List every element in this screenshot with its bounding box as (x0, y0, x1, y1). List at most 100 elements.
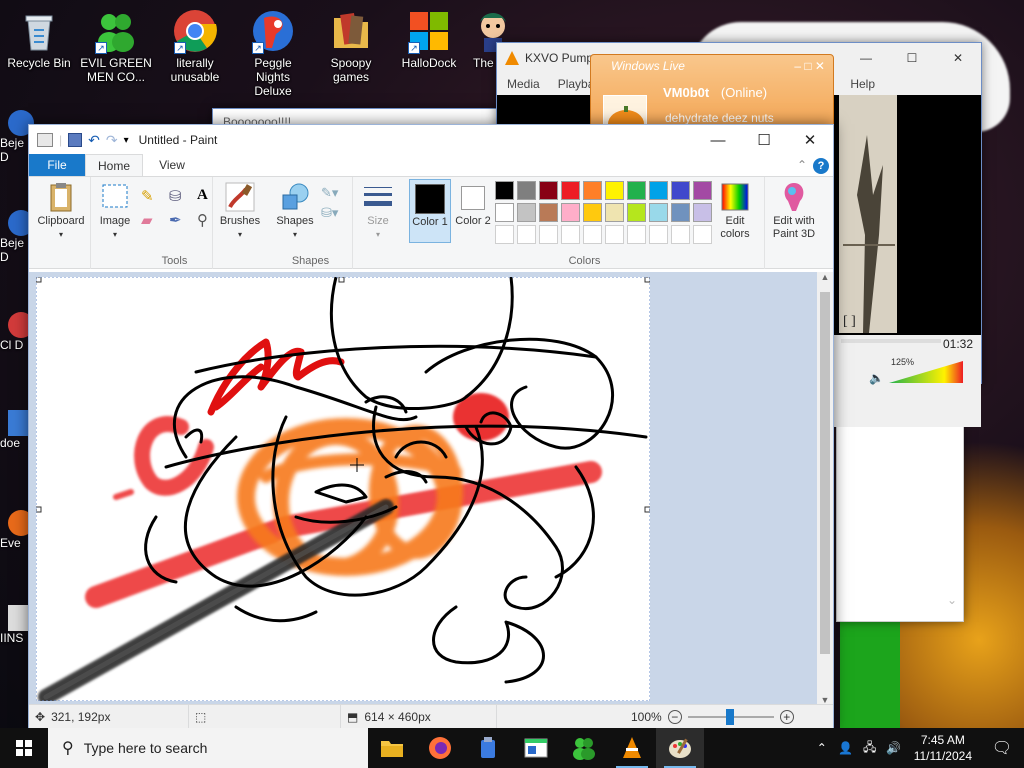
palette-swatch[interactable] (627, 203, 646, 222)
taskbar-firefox[interactable] (416, 728, 464, 768)
outline-icon[interactable]: ✎▾ (321, 183, 338, 203)
redo-icon[interactable]: ↷ (106, 132, 118, 149)
zoom-in-icon[interactable]: + (779, 710, 794, 724)
palette-swatch[interactable] (517, 203, 536, 222)
fill-icon[interactable]: ⛁ (169, 187, 191, 205)
vlc-close-button[interactable]: ✕ (935, 51, 981, 65)
paint-window[interactable]: | ↶ ↷ ▾ Untitled - Paint — ☐ ✕ File Home… (28, 124, 834, 730)
vlc-menu-help[interactable]: Help (850, 77, 875, 91)
clock[interactable]: 7:45 AM 11/11/2024 (906, 732, 980, 764)
text-icon[interactable]: A (197, 187, 219, 205)
eraser-icon[interactable]: ▰ (141, 211, 163, 229)
brushes-button[interactable]: Brushes ▾ (217, 181, 263, 241)
close-button[interactable]: ✕ (787, 125, 833, 155)
help-icon[interactable]: ? (813, 158, 829, 174)
clipboard-button[interactable]: Clipboard ▾ (33, 181, 89, 241)
palette-swatch[interactable] (693, 225, 712, 244)
notification-icon[interactable]: 🗨 (980, 738, 1024, 758)
color-picker-icon[interactable]: ✒ (169, 211, 191, 229)
palette-swatch[interactable] (627, 225, 646, 244)
palette-swatch[interactable] (649, 225, 668, 244)
color1-button[interactable]: Color 1 (409, 179, 451, 243)
palette-swatch[interactable] (517, 181, 536, 200)
vertical-scrollbar[interactable]: ▲ ▼ (817, 272, 833, 705)
taskbar-vlc[interactable] (608, 728, 656, 768)
zoom-slider[interactable] (687, 709, 774, 725)
windows-live-window-buttons[interactable]: – □ ✕ (794, 59, 825, 73)
desktop-icon-peggle[interactable]: ↗ Peggle Nights Deluxe (236, 8, 310, 98)
tab-file[interactable]: File (29, 154, 85, 176)
palette-swatch[interactable] (627, 181, 646, 200)
paint-app-icon[interactable] (37, 133, 53, 147)
maximize-button[interactable]: ☐ (741, 125, 787, 155)
palette-swatch[interactable] (605, 225, 624, 244)
scroll-up-icon[interactable]: ▲ (817, 272, 833, 282)
vlc-maximize-button[interactable]: ☐ (889, 51, 935, 65)
quick-access-dropdown-icon[interactable]: ▾ (124, 135, 129, 146)
vlc-volume-slider[interactable]: 125% (889, 357, 963, 383)
palette-swatch[interactable] (561, 225, 580, 244)
vlc-menu-playback[interactable]: Playba (558, 77, 595, 91)
vlc-seek-bar[interactable] (841, 339, 941, 343)
palette-swatch[interactable] (495, 181, 514, 200)
minimize-button[interactable]: — (695, 125, 741, 155)
start-button[interactable] (0, 728, 48, 768)
speaker-icon[interactable]: 🔈 (869, 371, 884, 385)
pencil-icon[interactable]: ✎ (141, 187, 163, 205)
palette-swatch[interactable] (517, 225, 536, 244)
vlc-menu-media[interactable]: Media (507, 77, 540, 91)
palette-swatch[interactable] (649, 181, 668, 200)
palette-swatch[interactable] (539, 225, 558, 244)
search-box[interactable]: ⚲ Type here to search (48, 728, 368, 768)
desktop-icon-recycle-bin[interactable]: Recycle Bin (2, 8, 76, 70)
edit-paint3d-button[interactable]: Edit with Paint 3D (767, 181, 821, 241)
edit-colors-button[interactable]: Edit colors (713, 181, 757, 241)
desktop-icon-spoopy-games[interactable]: Spoopy games (314, 8, 388, 84)
shapes-button[interactable]: Shapes ▾ (271, 181, 319, 241)
palette-swatch[interactable] (495, 225, 514, 244)
taskbar-app-blue[interactable] (464, 728, 512, 768)
chevron-up-icon[interactable]: ⌃ (810, 741, 834, 755)
drawing-canvas[interactable] (35, 275, 651, 705)
palette-swatch[interactable] (561, 181, 580, 200)
palette-swatch[interactable] (583, 203, 602, 222)
fill-shape-icon[interactable]: ⛁▾ (321, 203, 338, 223)
palette-swatch[interactable] (693, 203, 712, 222)
palette-swatch[interactable] (539, 181, 558, 200)
taskbar-paint[interactable] (656, 728, 704, 768)
palette-swatch[interactable] (539, 203, 558, 222)
undo-icon[interactable]: ↶ (88, 132, 100, 149)
palette-swatch[interactable] (671, 225, 690, 244)
zoom-slider-thumb[interactable] (725, 709, 734, 725)
color2-button[interactable]: Color 2 (453, 179, 493, 228)
people-icon[interactable]: 👤 (834, 741, 858, 755)
palette-swatch[interactable] (561, 203, 580, 222)
desktop-icon-hallodock[interactable]: ↗ HalloDock (392, 8, 466, 70)
palette-swatch[interactable] (605, 203, 624, 222)
tab-home[interactable]: Home (85, 154, 143, 176)
palette-swatch[interactable] (693, 181, 712, 200)
windows-live-status[interactable]: (Online) (721, 85, 767, 100)
palette-swatch[interactable] (495, 203, 514, 222)
palette-swatch[interactable] (583, 225, 602, 244)
vlc-minimize-button[interactable]: — (843, 51, 889, 65)
taskbar-messenger[interactable] (560, 728, 608, 768)
size-button[interactable]: Size ▾ (357, 181, 399, 241)
palette-swatch[interactable] (605, 181, 624, 200)
magnifier-icon[interactable]: ⚲ (197, 211, 219, 229)
desktop-icon-green-men[interactable]: ↗ EVIL GREEN MEN CO... (79, 8, 153, 84)
network-icon[interactable]: 🖧 (858, 738, 882, 759)
taskbar-app-window[interactable] (512, 728, 560, 768)
image-button[interactable]: Image ▾ (95, 181, 135, 241)
palette-swatch[interactable] (649, 203, 668, 222)
volume-icon[interactable]: 🔊 (882, 741, 906, 755)
desktop-icon-chrome[interactable]: ↗ literally unusable (158, 8, 232, 84)
palette-swatch[interactable] (671, 203, 690, 222)
palette-swatch[interactable] (671, 181, 690, 200)
tab-view[interactable]: View (143, 154, 201, 176)
zoom-out-icon[interactable]: − (667, 710, 682, 724)
scroll-thumb[interactable] (820, 292, 830, 654)
save-icon[interactable] (68, 133, 83, 147)
palette-swatch[interactable] (583, 181, 602, 200)
taskbar-file-explorer[interactable] (368, 728, 416, 768)
